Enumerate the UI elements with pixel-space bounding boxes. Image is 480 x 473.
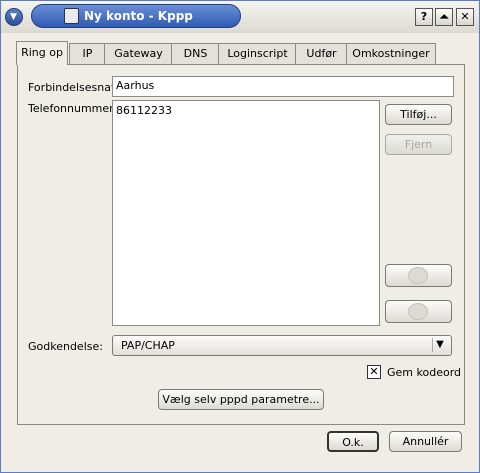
move-up-icon [408,267,428,284]
move-down-icon [408,303,428,320]
help-button[interactable]: ? [415,8,433,26]
store-password-label[interactable]: Gem kodeord [387,366,461,379]
tab-omkostninger[interactable]: Omkostninger [346,43,436,64]
tab-dns[interactable]: DNS [171,43,220,64]
store-password-checkbox[interactable]: ✕ [367,365,381,379]
remove-phone-button[interactable]: Fjern [385,134,452,155]
dropdown-arrow-icon: ▼ [432,338,447,352]
auth-select[interactable]: PAP/CHAP ▼ [112,335,452,356]
tab-panel: Forbindelsesnavn: Aarhus Telefonnummer: … [17,64,465,425]
connection-name-field[interactable]: Aarhus [112,76,454,97]
tab-ip[interactable]: IP [69,43,106,64]
list-item[interactable]: 86112233 [116,104,376,117]
title-bar[interactable]: ▼ Ny konto - Kppp ? ⏶ ✕ [1,1,479,33]
move-up-button[interactable] [385,264,452,287]
dialog-window: ▼ Ny konto - Kppp ? ⏶ ✕ Ring op IP Gatew… [0,0,480,473]
cancel-button[interactable]: Annullér [389,431,462,452]
tab-udfoer[interactable]: Udfør [295,43,348,64]
phone-label: Telefonnummer: [28,102,118,115]
shade-button[interactable]: ⏶ [435,8,453,26]
auth-label: Godkendelse: [28,340,103,353]
ok-button[interactable]: O.k. [327,431,379,452]
move-down-button[interactable] [385,300,452,323]
phone-number-list[interactable]: 86112233 [112,100,380,326]
chevron-down-icon: ▼ [10,12,17,22]
tab-loginscript[interactable]: Loginscript [218,43,297,64]
title-pill: Ny konto - Kppp [31,4,241,28]
kppp-app-icon [64,8,79,24]
auth-select-value: PAP/CHAP [121,339,175,352]
pppd-arguments-button[interactable]: Vælg selv pppd parametre... [158,389,324,410]
add-phone-button[interactable]: Tilføj... [385,104,452,125]
tab-ring-op[interactable]: Ring op [16,41,68,65]
tab-gateway[interactable]: Gateway [104,43,173,64]
window-title: Ny konto - Kppp [84,9,193,23]
window-menu-button[interactable]: ▼ [5,8,23,26]
close-button[interactable]: ✕ [456,8,474,26]
